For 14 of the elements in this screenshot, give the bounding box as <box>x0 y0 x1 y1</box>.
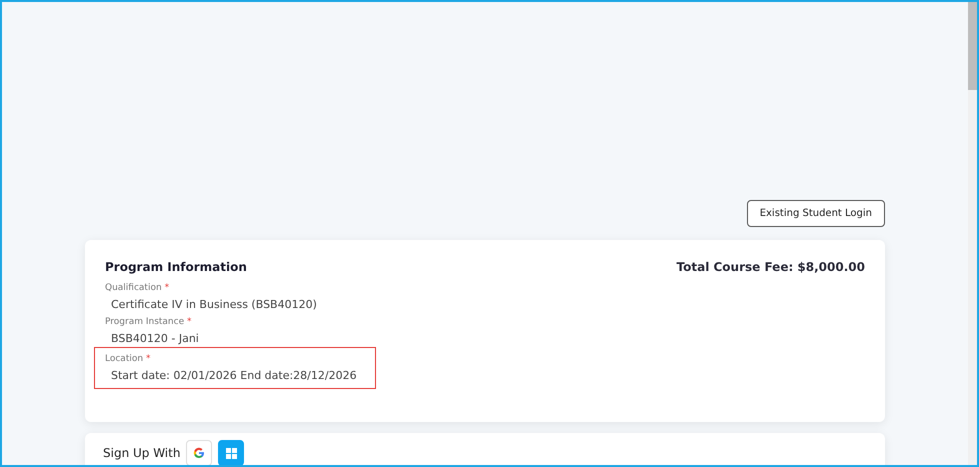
field-label: Qualification * <box>105 283 170 293</box>
card-title: Program Information <box>105 260 247 274</box>
google-icon <box>193 447 206 459</box>
login-button[interactable]: Existing Student Login <box>746 200 885 227</box>
field-label: Location * <box>105 354 152 364</box>
field-value: Certificate IV in Business (BSB40120) <box>110 298 317 311</box>
field-value: Start date: 02/01/2026 End date:28/12/2026 <box>110 369 357 382</box>
total-fee: Total Course Fee: $8,000.00 <box>676 260 865 274</box>
signin-button[interactable] <box>218 440 244 465</box>
windows-icon <box>226 448 237 458</box>
field-label: Program Instance * <box>105 317 192 327</box>
scrollbar[interactable] <box>968 2 977 465</box>
field-value: BSB40120 - Jani <box>110 332 199 345</box>
signup-label: Sign Up With <box>103 446 180 460</box>
